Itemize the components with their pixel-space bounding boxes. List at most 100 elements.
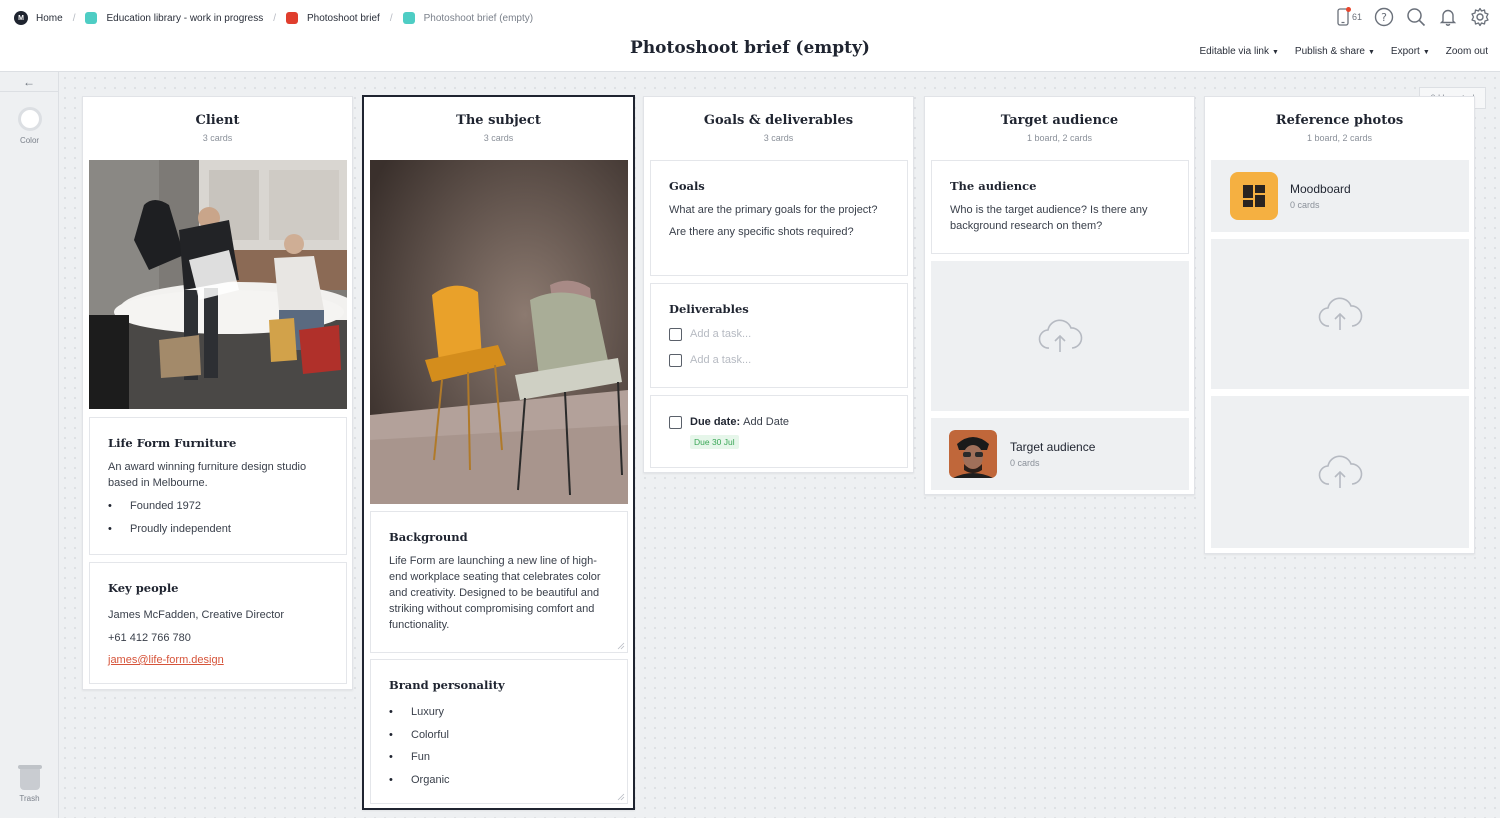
- studio-photo-image: [89, 160, 347, 409]
- arrow-left-icon: ←: [23, 74, 35, 89]
- column-count: 3 cards: [202, 133, 233, 143]
- column-title[interactable]: Client: [83, 113, 352, 128]
- board-color-swatch: [85, 12, 98, 24]
- column-count: 1 board, 2 cards: [1026, 133, 1093, 143]
- resize-handle-icon[interactable]: [617, 642, 625, 650]
- menu-label: Editable via link: [1199, 46, 1269, 57]
- task-item[interactable]: Add a task...: [669, 321, 889, 347]
- color-tool[interactable]: Color: [0, 107, 59, 145]
- chevron-down-icon: ▼: [1367, 49, 1375, 56]
- card-text: An award winning furniture design studio…: [108, 461, 307, 489]
- column-subject[interactable]: The subject 3 cards Background Life Form…: [362, 95, 635, 810]
- list-item: Colorful: [389, 724, 609, 747]
- due-date-badge[interactable]: Due 30 Jul: [690, 435, 739, 449]
- breadcrumb-separator: /: [273, 12, 276, 24]
- image-upload-placeholder[interactable]: [1211, 239, 1469, 389]
- card-brand-personality[interactable]: Brand personality Luxury Colorful Fun Or…: [370, 659, 628, 804]
- resize-handle-icon[interactable]: [617, 793, 625, 801]
- help-icon[interactable]: ?: [1374, 7, 1394, 27]
- bullet-list: Luxury Colorful Fun Organic: [389, 701, 609, 791]
- top-menu: Editable via link ▼ Publish & share ▼ Expo…: [1200, 46, 1489, 57]
- back-button[interactable]: ←: [0, 72, 58, 92]
- publish-share-menu[interactable]: Publish & share ▼: [1295, 46, 1375, 57]
- contact-phone: +61 412 766 780: [108, 631, 191, 644]
- due-date-task[interactable]: Due date: Add Date: [669, 414, 889, 430]
- unread-dot: [1345, 7, 1351, 12]
- subject-photo[interactable]: [370, 160, 628, 504]
- breadcrumb-separator: /: [72, 12, 76, 24]
- breadcrumb-home-label: Home: [36, 12, 63, 24]
- column-header: Reference photos 1 board, 2 cards: [1205, 97, 1474, 157]
- card-title: Brand personality: [389, 678, 505, 692]
- task-checkbox[interactable]: [669, 327, 682, 341]
- export-menu[interactable]: Export ▼: [1391, 46, 1430, 57]
- gear-icon[interactable]: [1470, 7, 1490, 27]
- trash-label: Trash: [19, 794, 40, 803]
- column-title[interactable]: Goals & deliverables: [644, 113, 913, 128]
- column-title[interactable]: Reference photos: [1205, 113, 1474, 128]
- column-title[interactable]: The subject: [364, 113, 633, 128]
- editable-via-link-menu[interactable]: Editable via link ▼: [1200, 46, 1279, 57]
- column-client[interactable]: Client 3 cards Life Form Furniture An aw…: [82, 96, 353, 690]
- column-target-audience[interactable]: Target audience 1 board, 2 cards The aud…: [924, 96, 1195, 495]
- breadcrumb-label: Photoshoot brief (empty): [423, 12, 534, 24]
- due-label: Due date:: [690, 416, 741, 428]
- cloud-upload-icon: [1318, 455, 1363, 488]
- board-name: Moodboard: [1290, 182, 1351, 196]
- client-photo[interactable]: [89, 160, 347, 409]
- card-due-date[interactable]: Due date: Add Date Due 30 Jul: [650, 395, 908, 468]
- contact-email-link[interactable]: james@life-form.design: [108, 654, 224, 666]
- top-bar: M Home / Education library - work in pro…: [0, 0, 1500, 72]
- menu-label: Export: [1390, 46, 1420, 57]
- card-life-form-furniture[interactable]: Life Form Furniture An award winning fur…: [89, 417, 347, 555]
- image-upload-placeholder[interactable]: [1211, 396, 1469, 548]
- card-title: Background: [389, 530, 468, 544]
- list-item: Founded 1972: [108, 495, 328, 518]
- list-item: Fun: [389, 746, 609, 769]
- bullet-list: Founded 1972 Proudly independent: [108, 495, 328, 540]
- breadcrumb-education-library[interactable]: Education library - work in progress: [85, 12, 263, 24]
- task-placeholder[interactable]: Add a task...: [690, 328, 751, 340]
- card-the-audience[interactable]: The audience Who is the target audience?…: [931, 160, 1189, 254]
- list-item: Proudly independent: [108, 518, 328, 541]
- breadcrumb-label: Education library - work in progress: [106, 12, 264, 24]
- board-grid-icon: [1243, 185, 1265, 207]
- card-key-people[interactable]: Key people James McFadden, Creative Dire…: [89, 562, 347, 684]
- chairs-photo-image: [370, 160, 628, 504]
- breadcrumb-photoshoot-brief[interactable]: Photoshoot brief: [285, 12, 380, 24]
- column-reference-photos[interactable]: Reference photos 1 board, 2 cards Moodbo…: [1204, 96, 1475, 554]
- task-checkbox[interactable]: [669, 353, 682, 367]
- image-upload-placeholder[interactable]: [931, 261, 1189, 411]
- card-deliverables[interactable]: Deliverables Add a task... Add a task...: [650, 283, 908, 388]
- board-card-count: 0 cards: [1010, 458, 1040, 468]
- board-name: Target audience: [1010, 440, 1096, 454]
- task-item[interactable]: Add a task...: [669, 347, 889, 373]
- menu-label: Publish & share: [1294, 46, 1365, 57]
- board-color-swatch: [402, 12, 415, 24]
- list-item: Organic: [389, 769, 609, 792]
- column-count: 3 cards: [483, 133, 514, 143]
- due-checkbox[interactable]: [669, 415, 682, 429]
- notifications-device-button[interactable]: 61: [1337, 7, 1362, 26]
- bell-icon[interactable]: [1438, 7, 1458, 27]
- chevron-down-icon: ▼: [1422, 49, 1430, 56]
- board-moodboard[interactable]: Moodboard 0 cards: [1211, 160, 1469, 232]
- card-background[interactable]: Background Life Form are launching a new…: [370, 511, 628, 653]
- due-value[interactable]: Add Date: [743, 416, 789, 428]
- card-title: The audience: [950, 179, 1037, 193]
- zoom-out-button[interactable]: Zoom out: [1446, 46, 1488, 57]
- trash-button[interactable]: Trash: [0, 765, 59, 803]
- task-placeholder[interactable]: Add a task...: [690, 354, 751, 366]
- left-sidebar: ← Color Trash: [0, 72, 59, 818]
- column-goals-deliverables[interactable]: Goals & deliverables 3 cards Goals What …: [643, 96, 914, 473]
- card-goals[interactable]: Goals What are the primary goals for the…: [650, 160, 908, 276]
- svg-text:?: ?: [1381, 11, 1387, 24]
- board-target-audience[interactable]: Target audience 0 cards: [931, 418, 1189, 490]
- trash-icon: [17, 765, 42, 790]
- breadcrumb-home[interactable]: M Home: [14, 11, 63, 25]
- device-count: 61: [1351, 12, 1362, 22]
- column-count: 1 board, 2 cards: [1306, 133, 1373, 143]
- column-title[interactable]: Target audience: [925, 113, 1194, 128]
- search-icon[interactable]: [1406, 7, 1426, 27]
- top-icon-bar: 61 ?: [1337, 7, 1490, 27]
